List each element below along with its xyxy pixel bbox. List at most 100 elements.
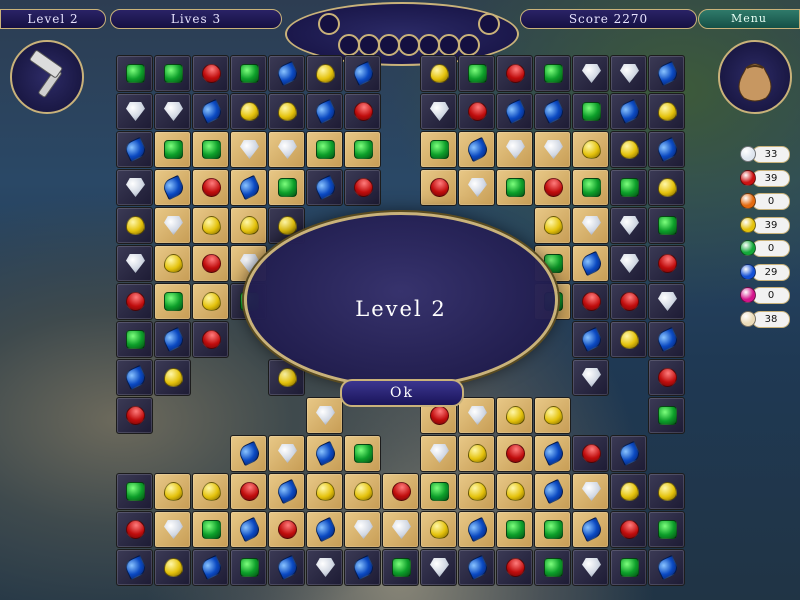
board-cell[interactable] [534, 549, 571, 586]
board-cell[interactable] [344, 435, 381, 472]
board-cell[interactable] [154, 131, 191, 168]
board-cell[interactable] [572, 283, 609, 320]
board-cell[interactable] [382, 511, 419, 548]
board-cell[interactable] [648, 549, 685, 586]
board-cell[interactable] [572, 93, 609, 130]
board-cell[interactable] [534, 473, 571, 510]
board-cell[interactable] [420, 435, 457, 472]
board-cell[interactable] [306, 93, 343, 130]
board-cell[interactable] [572, 359, 609, 396]
board-cell[interactable] [192, 131, 229, 168]
board-cell[interactable] [610, 245, 647, 282]
board-cell[interactable] [534, 131, 571, 168]
board-cell[interactable] [610, 511, 647, 548]
ok-button[interactable]: Ok [340, 379, 464, 407]
board-cell[interactable] [154, 245, 191, 282]
board-cell[interactable] [534, 93, 571, 130]
board-cell[interactable] [534, 435, 571, 472]
board-cell[interactable] [496, 511, 533, 548]
board-cell[interactable] [116, 549, 153, 586]
pouch-tool[interactable] [718, 40, 792, 114]
board-cell[interactable] [496, 397, 533, 434]
board-cell[interactable] [192, 321, 229, 358]
board-cell[interactable] [382, 549, 419, 586]
board-cell[interactable] [230, 207, 267, 244]
board-cell[interactable] [230, 511, 267, 548]
board-cell[interactable] [154, 55, 191, 92]
board-cell[interactable] [230, 549, 267, 586]
board-cell[interactable] [230, 55, 267, 92]
board-cell[interactable] [420, 169, 457, 206]
board-cell[interactable] [572, 511, 609, 548]
board-cell[interactable] [192, 283, 229, 320]
board-cell[interactable] [154, 359, 191, 396]
board-cell[interactable] [268, 131, 305, 168]
board-cell[interactable] [344, 131, 381, 168]
board-cell[interactable] [192, 549, 229, 586]
board-cell[interactable] [116, 55, 153, 92]
board-cell[interactable] [154, 283, 191, 320]
board-cell[interactable] [648, 245, 685, 282]
board-cell[interactable] [268, 55, 305, 92]
board-cell[interactable] [572, 207, 609, 244]
board-cell[interactable] [268, 93, 305, 130]
board-cell[interactable] [572, 549, 609, 586]
board-cell[interactable] [154, 511, 191, 548]
board-cell[interactable] [192, 207, 229, 244]
board-cell[interactable] [534, 397, 571, 434]
board-cell[interactable] [458, 397, 495, 434]
board-cell[interactable] [116, 321, 153, 358]
board-cell[interactable] [116, 207, 153, 244]
board-cell[interactable] [610, 131, 647, 168]
board-cell[interactable] [648, 207, 685, 244]
board-cell[interactable] [154, 473, 191, 510]
board-cell[interactable] [648, 131, 685, 168]
board-cell[interactable] [572, 169, 609, 206]
board-cell[interactable] [192, 55, 229, 92]
board-cell[interactable] [648, 93, 685, 130]
board-cell[interactable] [344, 93, 381, 130]
board-cell[interactable] [344, 473, 381, 510]
board-cell[interactable] [230, 473, 267, 510]
board-cell[interactable] [572, 245, 609, 282]
board-cell[interactable] [116, 93, 153, 130]
board-cell[interactable] [420, 473, 457, 510]
board-cell[interactable] [572, 435, 609, 472]
board-cell[interactable] [458, 435, 495, 472]
board-cell[interactable] [344, 55, 381, 92]
board-cell[interactable] [648, 397, 685, 434]
board-cell[interactable] [420, 131, 457, 168]
board-cell[interactable] [572, 321, 609, 358]
menu-button[interactable]: Menu [698, 9, 800, 29]
board-cell[interactable] [268, 549, 305, 586]
board-cell[interactable] [344, 511, 381, 548]
board-cell[interactable] [496, 473, 533, 510]
board-cell[interactable] [154, 207, 191, 244]
board-cell[interactable] [496, 55, 533, 92]
board-cell[interactable] [116, 397, 153, 434]
board-cell[interactable] [610, 473, 647, 510]
board-cell[interactable] [534, 169, 571, 206]
board-cell[interactable] [610, 435, 647, 472]
board-cell[interactable] [116, 473, 153, 510]
board-cell[interactable] [458, 131, 495, 168]
board-cell[interactable] [420, 55, 457, 92]
board-cell[interactable] [344, 549, 381, 586]
board-cell[interactable] [192, 93, 229, 130]
board-cell[interactable] [496, 131, 533, 168]
board-cell[interactable] [306, 549, 343, 586]
board-cell[interactable] [572, 473, 609, 510]
board-cell[interactable] [306, 131, 343, 168]
board-cell[interactable] [610, 55, 647, 92]
board-cell[interactable] [192, 245, 229, 282]
board-cell[interactable] [230, 131, 267, 168]
board-cell[interactable] [116, 245, 153, 282]
board-cell[interactable] [306, 511, 343, 548]
board-cell[interactable] [458, 549, 495, 586]
board-cell[interactable] [458, 55, 495, 92]
board-cell[interactable] [648, 359, 685, 396]
board-cell[interactable] [420, 549, 457, 586]
board-cell[interactable] [648, 321, 685, 358]
board-cell[interactable] [648, 283, 685, 320]
board-cell[interactable] [496, 169, 533, 206]
